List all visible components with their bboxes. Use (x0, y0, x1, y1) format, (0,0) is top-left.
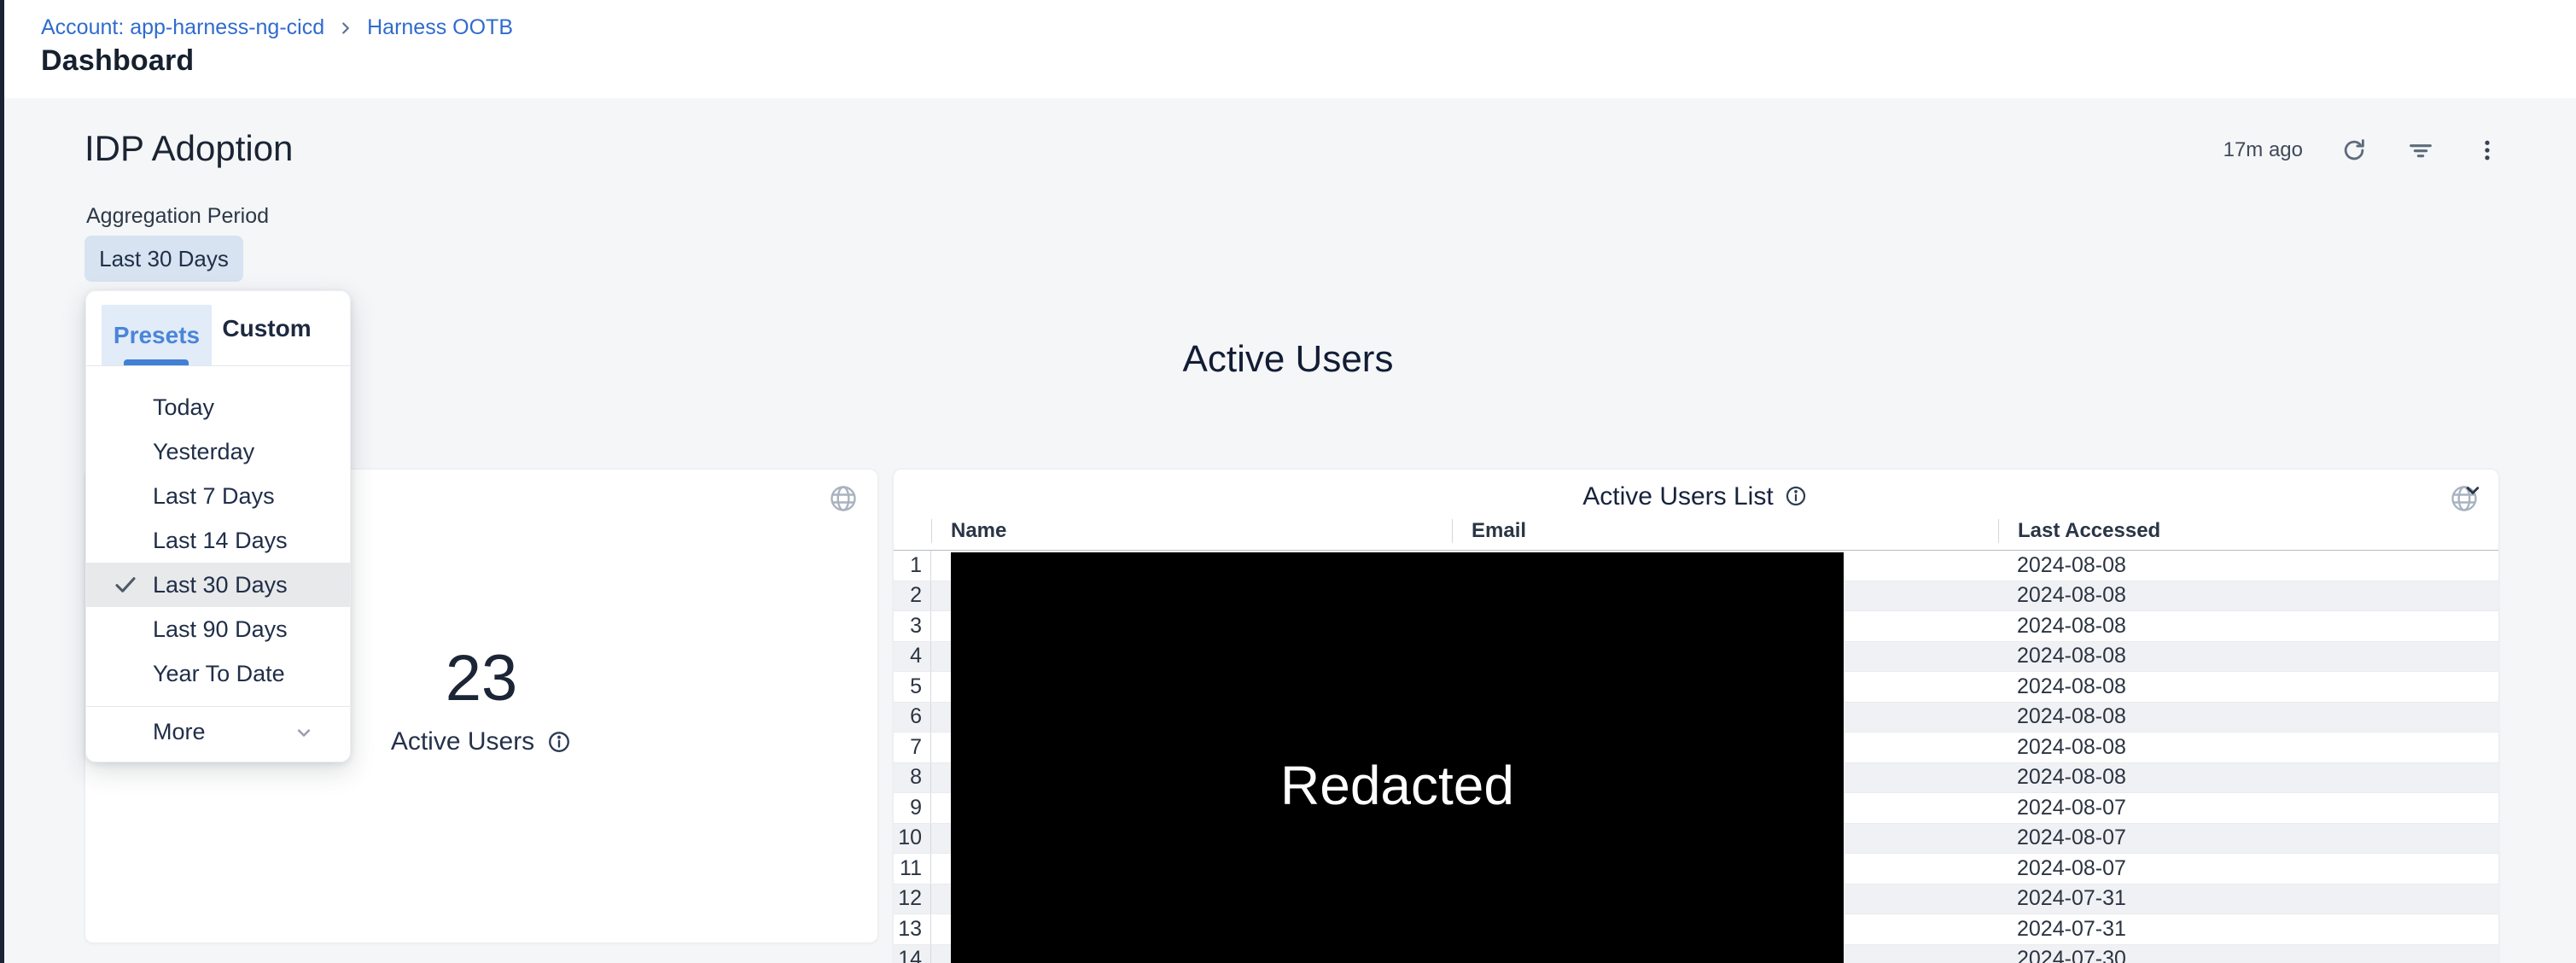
row-number-header (894, 519, 931, 543)
preset-option[interactable]: Today (86, 385, 350, 429)
filter-icon (2407, 137, 2434, 164)
row-number: 7 (894, 732, 931, 762)
preset-option-label: Today (153, 394, 214, 421)
preset-option-label: Last 90 Days (153, 616, 288, 643)
column-header-name: Name (931, 519, 1452, 543)
row-number: 10 (894, 824, 931, 854)
more-label: More (153, 719, 206, 745)
refresh-button[interactable] (2339, 135, 2369, 166)
preset-list: Today Yesterday Last 7 Days Last 14 Days… (86, 366, 350, 696)
redacted-overlay: Redacted (951, 552, 1844, 963)
more-button[interactable]: More (86, 706, 350, 762)
section-title: Active Users (0, 338, 2576, 381)
preset-option[interactable]: Last 90 Days (86, 607, 350, 651)
row-number: 11 (894, 854, 931, 884)
preset-option[interactable]: Yesterday (86, 429, 350, 474)
kebab-menu-icon (2474, 137, 2500, 163)
tab-custom-label: Custom (222, 315, 311, 342)
row-number: 12 (894, 884, 931, 914)
preset-option[interactable]: Year To Date (86, 651, 350, 696)
active-tab-underline (124, 359, 189, 365)
chevron-down-icon[interactable] (2461, 478, 2485, 502)
breadcrumb-account-link[interactable]: Account: app-harness-ng-cicd (41, 15, 324, 40)
last-accessed-cell: 2024-08-08 (1998, 703, 2498, 732)
sidebar-edge (0, 0, 4, 963)
panel-menu-button[interactable] (2472, 135, 2503, 166)
filter-button[interactable] (2405, 135, 2436, 166)
metric-label: Active Users (391, 727, 534, 756)
column-header-last-accessed: Last Accessed (1998, 519, 2498, 543)
top-header: Account: app-harness-ng-cicd Harness OOT… (4, 0, 2576, 98)
preset-option[interactable]: Last 7 Days (86, 474, 350, 518)
preset-option-label: Yesterday (153, 439, 254, 465)
row-number: 3 (894, 611, 931, 641)
row-number: 4 (894, 642, 931, 672)
preset-option-label: Last 7 Days (153, 483, 275, 510)
panel-title: IDP Adoption (85, 128, 293, 169)
preset-option-label: Year To Date (153, 661, 285, 687)
preset-option-label: Last 30 Days (153, 572, 288, 598)
refresh-icon (2340, 137, 2368, 164)
row-number: 1 (894, 551, 931, 581)
last-accessed-cell: 2024-08-08 (1998, 763, 2498, 793)
row-number: 6 (894, 703, 931, 732)
info-icon[interactable] (546, 729, 572, 755)
row-number: 13 (894, 914, 931, 944)
last-refreshed-label: 17m ago (2223, 138, 2303, 162)
column-header-email: Email (1452, 519, 1998, 543)
tab-presets[interactable]: Presets (102, 305, 212, 365)
panel-actions: 17m ago (2223, 135, 2503, 166)
preset-option[interactable]: Last 14 Days (86, 518, 350, 563)
row-number: 2 (894, 581, 931, 611)
last-accessed-cell: 2024-07-30 (1998, 945, 2498, 963)
dropdown-tabs: Presets Custom (86, 291, 350, 366)
row-number: 14 (894, 945, 931, 963)
table-title: Active Users List (1582, 482, 1773, 511)
page-title: Dashboard (41, 44, 194, 78)
last-accessed-cell: 2024-08-08 (1998, 581, 2498, 611)
breadcrumb-page-link[interactable]: Harness OOTB (367, 15, 513, 40)
last-accessed-cell: 2024-08-07 (1998, 793, 2498, 823)
active-users-list-card: Active Users List Name Email Last Access… (893, 469, 2499, 963)
globe-icon (828, 483, 859, 514)
breadcrumb: Account: app-harness-ng-cicd Harness OOT… (41, 15, 513, 40)
date-preset-dropdown: Presets Custom Today Yesterday Last 7 Da… (85, 290, 351, 762)
last-accessed-cell: 2024-07-31 (1998, 914, 2498, 944)
tab-custom[interactable]: Custom (212, 291, 322, 365)
last-accessed-cell: 2024-08-08 (1998, 611, 2498, 641)
tab-presets-label: Presets (114, 322, 200, 349)
preset-option[interactable]: Last 30 Days (86, 563, 350, 607)
row-number: 8 (894, 763, 931, 793)
chevron-right-icon (336, 19, 355, 38)
row-number: 5 (894, 672, 931, 702)
aggregation-period-label: Aggregation Period (86, 204, 269, 229)
last-accessed-cell: 2024-08-08 (1998, 672, 2498, 702)
preset-option-label: Last 14 Days (153, 528, 288, 554)
last-accessed-cell: 2024-08-08 (1998, 642, 2498, 672)
last-accessed-cell: 2024-08-07 (1998, 824, 2498, 854)
check-icon (112, 571, 139, 598)
redacted-label: Redacted (1280, 754, 1514, 817)
last-accessed-cell: 2024-08-08 (1998, 551, 2498, 581)
chevron-down-icon (292, 721, 316, 744)
row-number: 9 (894, 793, 931, 823)
last-accessed-cell: 2024-08-08 (1998, 732, 2498, 762)
last-accessed-cell: 2024-08-07 (1998, 854, 2498, 884)
table-header-row: Name Email Last Accessed (894, 512, 2498, 551)
info-icon[interactable] (1784, 484, 1810, 510)
aggregation-period-trigger[interactable]: Last 30 Days (85, 236, 243, 282)
last-accessed-cell: 2024-07-31 (1998, 884, 2498, 914)
